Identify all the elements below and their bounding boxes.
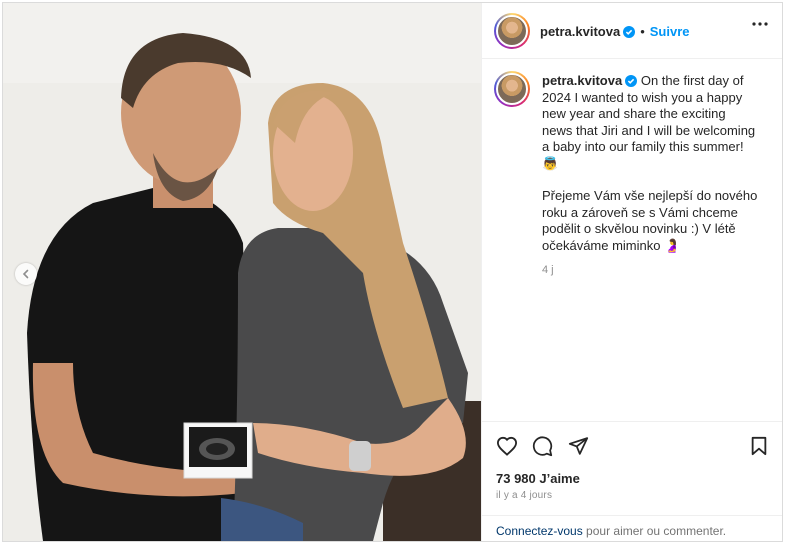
login-prompt: Connectez-vous pour aimer ou commenter. xyxy=(482,515,782,541)
post-caption: petra.kvitova On the first day of 2024 I… xyxy=(542,73,758,279)
action-bar xyxy=(482,421,782,466)
ultrasound-photo xyxy=(183,422,253,479)
login-link[interactable]: Connectez-vous xyxy=(496,524,583,538)
login-prompt-text: pour aimer ou commenter. xyxy=(582,524,727,538)
verified-badge-icon xyxy=(623,26,636,38)
more-options-icon[interactable] xyxy=(752,22,768,26)
post-dialog: petra.kvitova • Suivre petra.kvitova On th… xyxy=(2,2,783,542)
avatar[interactable] xyxy=(494,13,530,49)
bookmark-icon[interactable] xyxy=(750,436,768,456)
caption-text-cz: Přejeme Vám vše nejlepší do nového roku … xyxy=(542,188,758,253)
header-username[interactable]: petra.kvitova xyxy=(540,24,620,39)
likes-count[interactable]: 73 980 J’aime xyxy=(496,471,580,486)
follow-button[interactable]: Suivre xyxy=(650,24,690,39)
comment-icon[interactable] xyxy=(532,436,553,457)
post-side-panel: petra.kvitova • Suivre petra.kvitova On th… xyxy=(481,3,782,541)
separator-dot: • xyxy=(640,24,645,39)
post-date[interactable]: il y a 4 jours xyxy=(496,490,552,501)
post-header: petra.kvitova • Suivre xyxy=(482,3,782,59)
previous-photo-button[interactable] xyxy=(15,263,37,285)
chevron-left-icon xyxy=(22,269,29,279)
heart-icon[interactable] xyxy=(496,436,518,456)
caption-avatar[interactable] xyxy=(494,71,530,107)
caption-timestamp[interactable]: 4 j xyxy=(542,262,758,279)
share-icon[interactable] xyxy=(568,436,589,456)
caption-username[interactable]: petra.kvitova xyxy=(542,73,622,88)
verified-badge-icon xyxy=(625,75,638,87)
post-photo[interactable] xyxy=(3,3,481,541)
header-user-line: petra.kvitova • Suivre xyxy=(540,23,690,41)
caption-paragraph-en: petra.kvitova On the first day of 2024 I… xyxy=(542,73,758,172)
photo-illustration xyxy=(3,3,481,541)
